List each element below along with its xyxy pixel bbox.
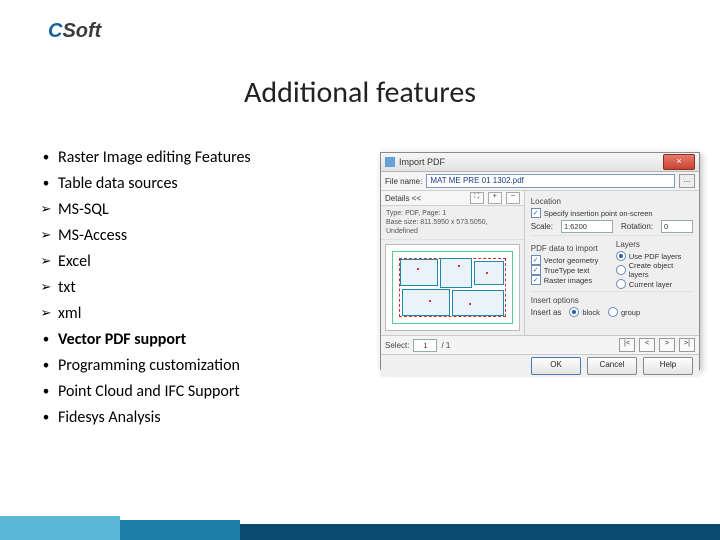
feature-item: ➢MS-Access	[34, 226, 364, 246]
dialog-title: Import PDF	[399, 157, 663, 167]
feature-item: ➢Excel	[34, 252, 364, 272]
feature-item: ➢MS-SQL	[34, 200, 364, 220]
current-layer-radio[interactable]: Current layer	[616, 279, 693, 289]
file-meta: Type: PDF, Page: 1 Base size: 811.5950 x…	[381, 206, 524, 240]
browse-button[interactable]: ...	[679, 174, 695, 188]
logo-soft: Soft	[62, 20, 101, 42]
zoom-out-icon[interactable]: −	[506, 192, 520, 204]
preview-toolbar: Details << ⛶ + −	[381, 191, 524, 206]
feature-list: •Raster Image editing Features•Table dat…	[34, 148, 364, 434]
feature-text: Point Cloud and IFC Support	[58, 382, 240, 402]
feature-item: ➢xml	[34, 304, 364, 324]
page-nav: Select: 1 / 1 |< < > >|	[381, 335, 699, 354]
app-icon	[385, 157, 395, 167]
dot-bullet-icon: •	[34, 174, 58, 194]
first-page-button[interactable]: |<	[619, 338, 635, 352]
feature-item: •Vector PDF support	[34, 330, 364, 350]
feature-text: xml	[58, 304, 81, 324]
meta-type: Type: PDF, Page: 1	[386, 209, 519, 218]
feature-item: •Fidesys Analysis	[34, 408, 364, 428]
insert-options-title: Insert options	[531, 296, 693, 305]
next-page-button[interactable]: >	[659, 338, 675, 352]
details-toggle[interactable]: Details <<	[385, 194, 421, 203]
arrow-bullet-icon: ➢	[34, 200, 58, 220]
feature-item: •Programming customization	[34, 356, 364, 376]
meta-size: Base size: 811.5950 x 573.5050, Undefine…	[386, 218, 519, 236]
cancel-button[interactable]: Cancel	[587, 357, 637, 375]
raster-images-check[interactable]: ✓Raster images	[531, 275, 608, 285]
fit-icon[interactable]: ⛶	[470, 192, 484, 204]
use-pdf-layers-radio[interactable]: Use PDF layers	[616, 251, 693, 261]
import-title: PDF data to import	[531, 244, 608, 253]
dot-bullet-icon: •	[34, 408, 58, 428]
close-button[interactable]: ×	[663, 154, 695, 170]
feature-text: Raster Image editing Features	[58, 148, 251, 168]
feature-text: MS-Access	[58, 226, 127, 246]
dialog-buttons: OK Cancel Help	[381, 354, 699, 377]
rotation-input[interactable]: 0	[661, 220, 693, 233]
last-page-button[interactable]: >|	[679, 338, 695, 352]
zoom-in-icon[interactable]: +	[488, 192, 502, 204]
file-label: File name:	[385, 177, 422, 186]
specify-onscreen-check[interactable]: ✓Specify insertion point on-screen	[531, 208, 693, 218]
prev-page-button[interactable]: <	[639, 338, 655, 352]
scale-input[interactable]: 1:6200	[561, 220, 613, 233]
import-data-group: PDF data to import ✓Vector geometry ✓Tru…	[531, 238, 693, 292]
feature-text: Programming customization	[58, 356, 240, 376]
create-object-layers-radio[interactable]: Create object layers	[616, 261, 693, 279]
feature-item: •Table data sources	[34, 174, 364, 194]
insert-block-radio[interactable]: block	[569, 307, 600, 317]
vector-geometry-check[interactable]: ✓Vector geometry	[531, 255, 608, 265]
feature-item: ➢txt	[34, 278, 364, 298]
feature-text: txt	[58, 278, 76, 298]
arrow-bullet-icon: ➢	[34, 278, 58, 298]
logo-c: C	[48, 20, 62, 42]
pdf-preview	[385, 244, 520, 331]
insert-group-radio[interactable]: group	[608, 307, 640, 317]
dot-bullet-icon: •	[34, 330, 58, 350]
feature-text: MS-SQL	[58, 200, 109, 220]
dot-bullet-icon: •	[34, 148, 58, 168]
dot-bullet-icon: •	[34, 382, 58, 402]
feature-text: Vector PDF support	[58, 330, 186, 350]
feature-text: Table data sources	[58, 174, 178, 194]
select-label: Select:	[385, 341, 409, 350]
feature-item: •Point Cloud and IFC Support	[34, 382, 364, 402]
dialog-titlebar: Import PDF ×	[381, 153, 699, 172]
help-button[interactable]: Help	[643, 357, 693, 375]
location-title: Location	[531, 197, 693, 206]
truetype-text-check[interactable]: ✓TrueType text	[531, 265, 608, 275]
scale-label: Scale:	[531, 222, 553, 231]
ok-button[interactable]: OK	[531, 357, 581, 375]
insert-as-label: Insert as	[531, 308, 562, 317]
brand-logo: CSoft	[48, 20, 101, 43]
dot-bullet-icon: •	[34, 356, 58, 376]
import-pdf-dialog: Import PDF × File name: MAT ME PRE 01 13…	[380, 152, 700, 370]
location-group: Location ✓Specify insertion point on-scr…	[531, 195, 693, 236]
feature-item: •Raster Image editing Features	[34, 148, 364, 168]
insert-options-group: Insert options Insert as block group	[531, 294, 693, 319]
page-input[interactable]: 1	[413, 339, 437, 352]
slide-title: Additional features	[0, 74, 720, 111]
arrow-bullet-icon: ➢	[34, 252, 58, 272]
file-input[interactable]: MAT ME PRE 01 1302.pdf	[426, 174, 675, 188]
page-total: / 1	[441, 341, 450, 350]
arrow-bullet-icon: ➢	[34, 304, 58, 324]
layers-title: Layers	[616, 240, 693, 249]
slide-footer	[0, 506, 720, 540]
arrow-bullet-icon: ➢	[34, 226, 58, 246]
file-row: File name: MAT ME PRE 01 1302.pdf ...	[381, 172, 699, 191]
feature-text: Fidesys Analysis	[58, 408, 161, 428]
feature-text: Excel	[58, 252, 91, 272]
rotation-label: Rotation:	[621, 222, 653, 231]
